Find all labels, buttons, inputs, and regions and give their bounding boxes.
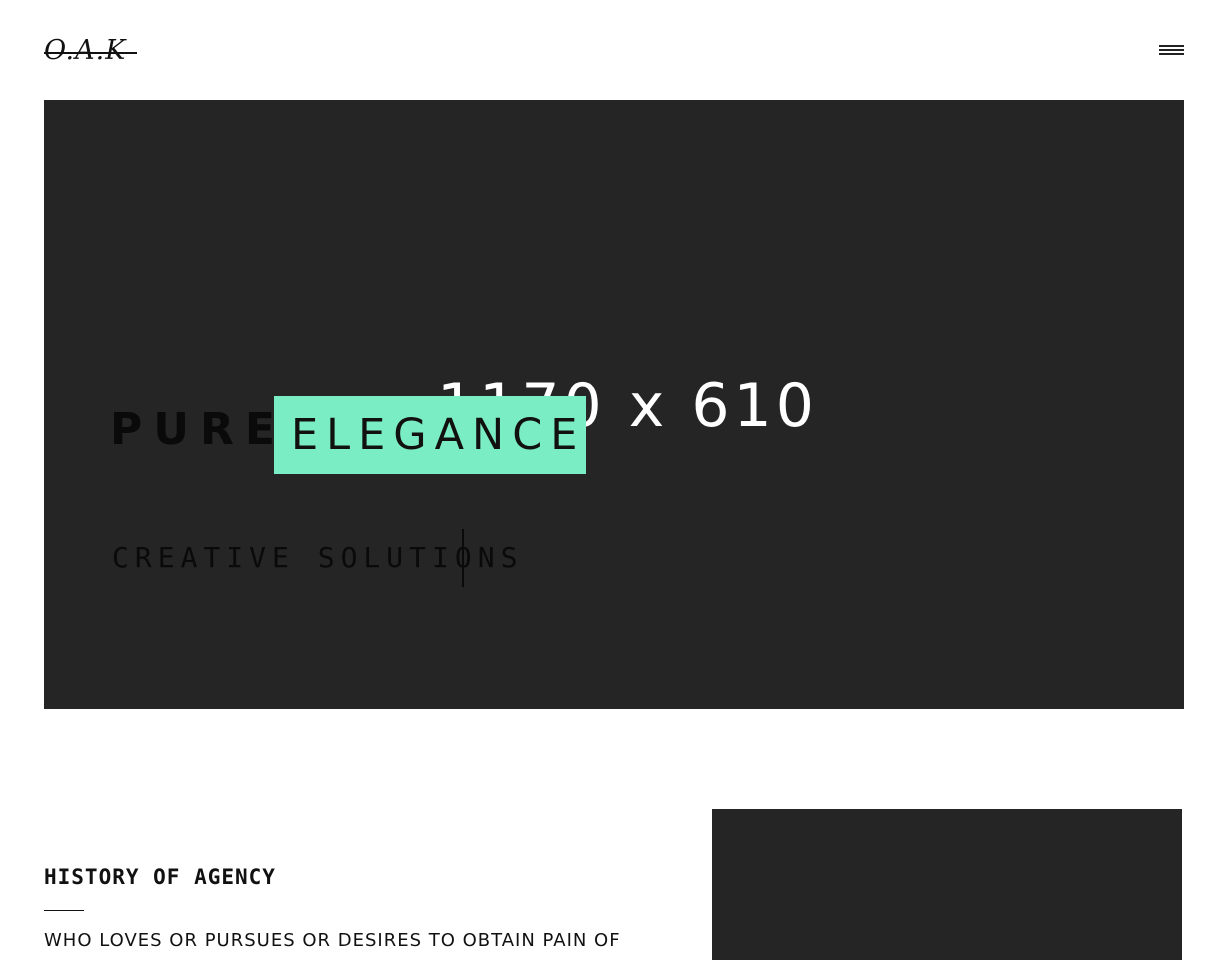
history-title: HISTORY OF AGENCY bbox=[44, 865, 276, 889]
history-body-text: WHO LOVES OR PURSUES OR DESIRES TO OBTAI… bbox=[44, 930, 621, 951]
hero-word-pure: PURE bbox=[110, 404, 286, 455]
hamburger-menu-icon[interactable] bbox=[1159, 44, 1184, 56]
menu-bar bbox=[1159, 49, 1184, 51]
site-logo[interactable]: O.A.K bbox=[44, 33, 137, 69]
hero-word-highlight: ELEGANCE bbox=[274, 396, 586, 474]
menu-bar bbox=[1159, 53, 1184, 55]
menu-bar bbox=[1159, 45, 1184, 47]
title-divider bbox=[44, 910, 84, 911]
typing-cursor bbox=[462, 529, 464, 587]
hero-banner: 1170 x 610 PURE ELEGANCE CREATIVE SOLUTI… bbox=[44, 100, 1184, 709]
history-image bbox=[712, 809, 1182, 960]
